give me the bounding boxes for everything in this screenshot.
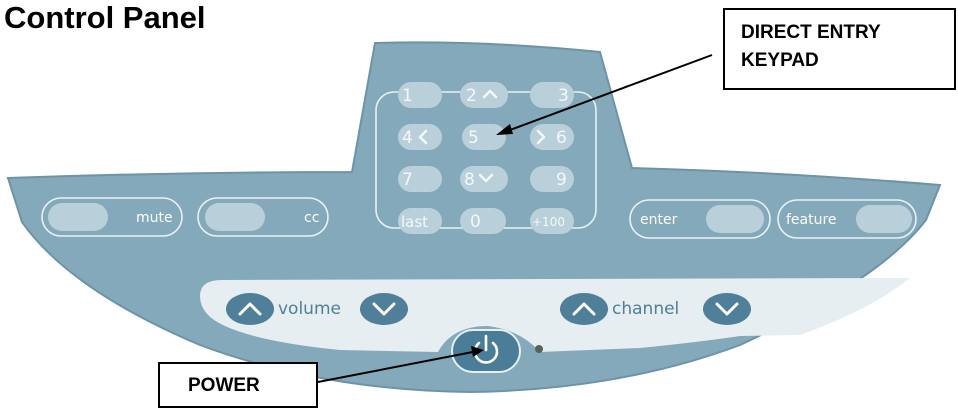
key-label-3: 3 bbox=[558, 86, 569, 106]
callout-power: POWER bbox=[158, 362, 318, 408]
feature-button-pad bbox=[856, 205, 912, 233]
mute-button-pad bbox=[48, 203, 108, 231]
key-label-last: last bbox=[401, 213, 428, 231]
channel-down-button[interactable] bbox=[703, 293, 751, 325]
mute-label: mute bbox=[136, 210, 173, 226]
key-label-7: 7 bbox=[402, 170, 413, 190]
key-label-0: 0 bbox=[470, 212, 481, 232]
power-led bbox=[535, 345, 543, 353]
volume-up-button[interactable] bbox=[226, 293, 274, 325]
channel-up-button[interactable] bbox=[560, 293, 608, 325]
key-label-plus100: +100 bbox=[532, 215, 565, 229]
enter-label: enter bbox=[640, 212, 678, 228]
callout-direct-entry-keypad: DIRECT ENTRY KEYPAD bbox=[723, 8, 956, 90]
volume-label: volume bbox=[278, 299, 341, 319]
volume-down-button[interactable] bbox=[360, 293, 408, 325]
callout-keypad-line1: DIRECT ENTRY bbox=[741, 22, 881, 43]
key-label-2: 2 bbox=[466, 86, 477, 106]
key-label-9: 9 bbox=[556, 170, 567, 190]
channel-label: channel bbox=[612, 299, 679, 319]
key-6[interactable] bbox=[530, 124, 574, 150]
feature-label: feature bbox=[786, 212, 837, 228]
key-label-6: 6 bbox=[556, 128, 567, 148]
cc-label: cc bbox=[304, 210, 319, 226]
key-0[interactable] bbox=[460, 208, 506, 234]
key-label-8: 8 bbox=[464, 170, 475, 190]
key-label-5: 5 bbox=[468, 128, 479, 148]
callout-keypad-line2: KEYPAD bbox=[741, 50, 819, 71]
enter-button-pad bbox=[706, 205, 764, 233]
key-9[interactable] bbox=[530, 166, 574, 192]
cc-button-pad bbox=[205, 203, 265, 231]
key-label-1: 1 bbox=[402, 86, 413, 106]
key-label-4: 4 bbox=[402, 128, 413, 148]
